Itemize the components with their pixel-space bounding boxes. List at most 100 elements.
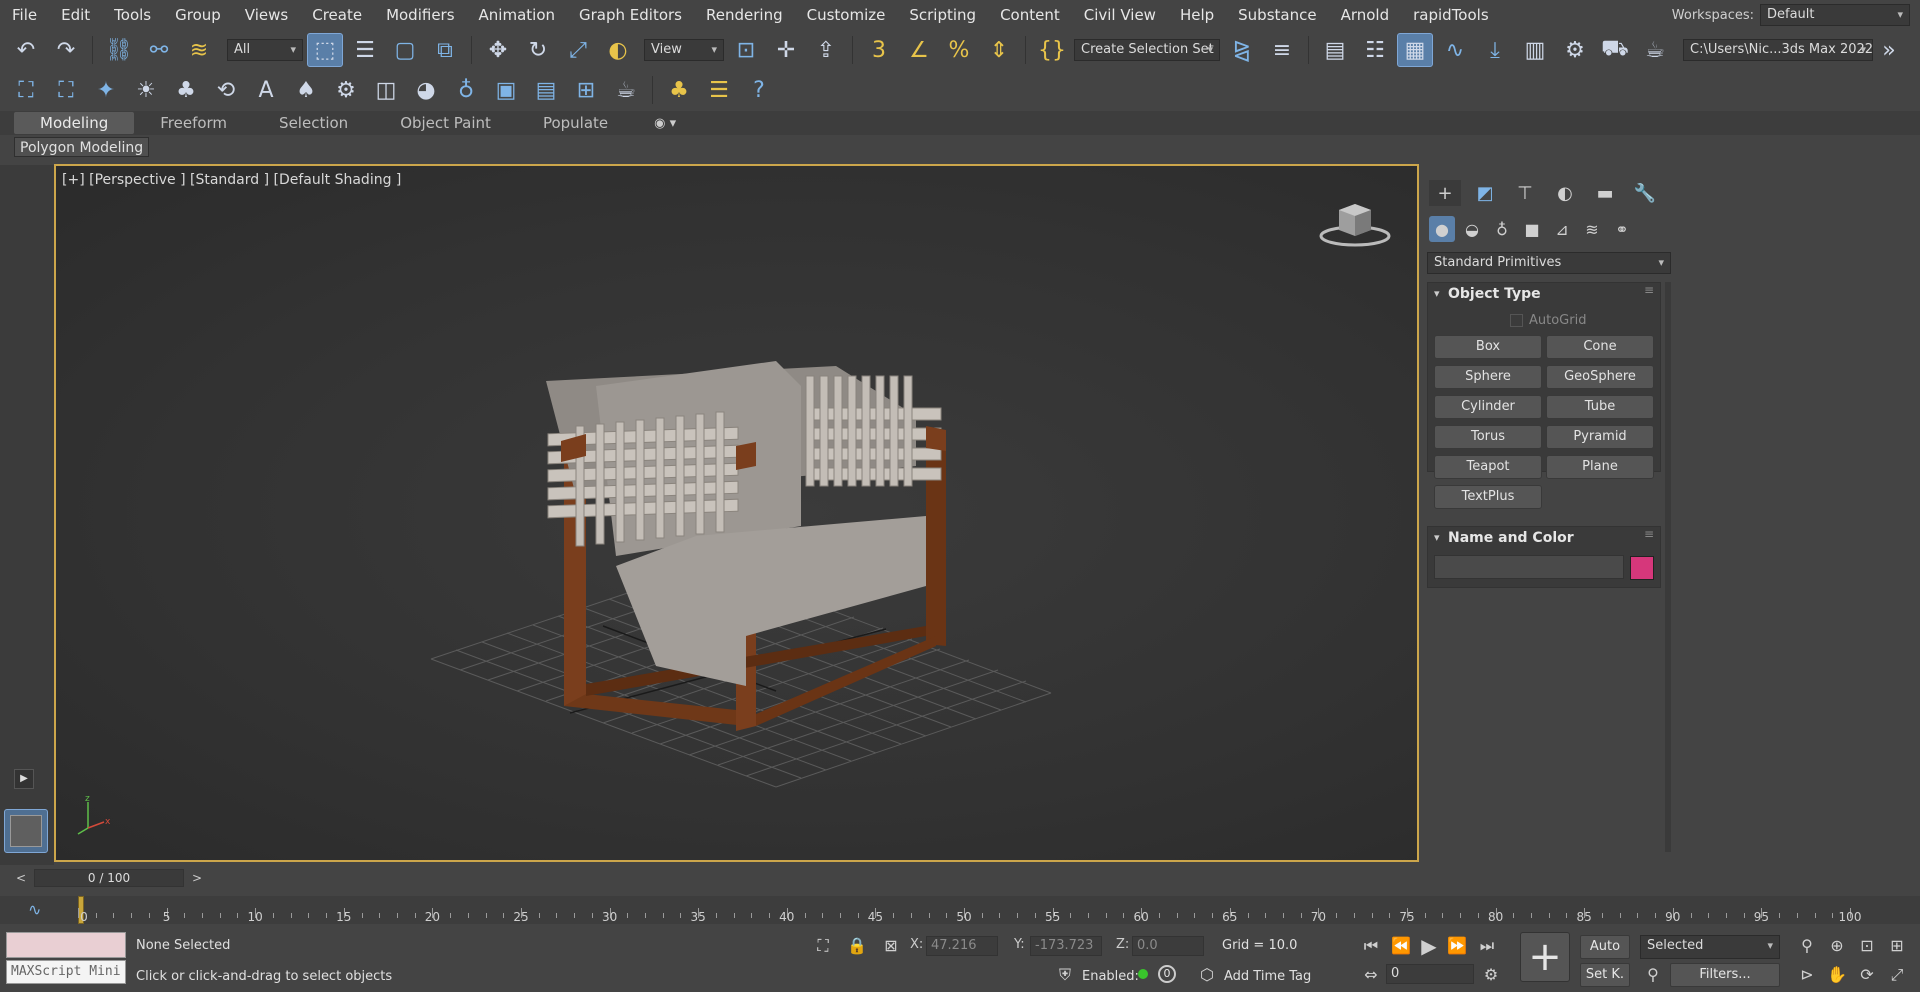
go-to-start-icon[interactable]: ⏮ bbox=[1360, 935, 1382, 957]
unlink-icon[interactable]: ⚯ bbox=[141, 33, 177, 67]
menu-item-group[interactable]: Group bbox=[163, 0, 233, 31]
isolate-selection-icon[interactable]: ⛶ bbox=[812, 935, 834, 957]
add-time-tag-button[interactable]: Add Time Tag bbox=[1224, 969, 1311, 984]
frame-ruler[interactable]: 0 5 10 15 20 25 30 35 40 45 50 55 60 65 70 75 80 85 90 95 10… bbox=[78, 896, 1861, 924]
keyboard-shortcut-icon[interactable]: ⇪ bbox=[808, 33, 844, 67]
tree-icon[interactable]: ♣ bbox=[168, 73, 204, 107]
list-icon[interactable]: ☰ bbox=[701, 73, 737, 107]
menu-item-substance[interactable]: Substance bbox=[1226, 0, 1328, 31]
menu-item-rendering[interactable]: Rendering bbox=[694, 0, 795, 31]
edit-named-selection-icon[interactable]: {} bbox=[1034, 33, 1070, 67]
key-filters-button[interactable]: Filters... bbox=[1670, 963, 1780, 987]
help-icon[interactable]: ? bbox=[741, 73, 777, 107]
schematic-view-icon[interactable]: ⤓ bbox=[1477, 33, 1513, 67]
sun-icon[interactable]: ☀ bbox=[128, 73, 164, 107]
move-icon[interactable]: ✥ bbox=[480, 33, 516, 67]
expand-layouts-icon[interactable]: ▶ bbox=[14, 769, 34, 789]
workspaces-dropdown[interactable]: Default bbox=[1760, 4, 1910, 26]
name-and-color-header[interactable]: Name and Color bbox=[1428, 527, 1660, 549]
object-type-geosphere-button[interactable]: GeoSphere bbox=[1546, 365, 1654, 389]
menu-item-modifiers[interactable]: Modifiers bbox=[374, 0, 466, 31]
zoom-extents-all-icon[interactable]: ⊞ bbox=[1886, 935, 1908, 957]
pan-icon[interactable]: ✋ bbox=[1826, 964, 1848, 986]
material-icon[interactable]: ◫ bbox=[368, 73, 404, 107]
command-panel-scrollbar[interactable] bbox=[1665, 282, 1671, 852]
field-of-view-icon[interactable]: ⊳ bbox=[1796, 964, 1818, 986]
place-icon[interactable]: ◐ bbox=[600, 33, 636, 67]
set-key-big-button[interactable]: + bbox=[1520, 932, 1570, 982]
scene-explorer-icon[interactable]: ▤ bbox=[1317, 33, 1353, 67]
menu-item-civil-view[interactable]: Civil View bbox=[1072, 0, 1168, 31]
object-type-plane-button[interactable]: Plane bbox=[1546, 455, 1654, 479]
forest-icon[interactable]: ♣ bbox=[661, 73, 697, 107]
next-frame-icon[interactable]: ⏩ bbox=[1446, 935, 1468, 957]
menu-item-rapidtools[interactable]: rapidTools bbox=[1401, 0, 1501, 31]
tree-2-icon[interactable]: ♠ bbox=[288, 73, 324, 107]
object-name-input[interactable] bbox=[1434, 555, 1624, 579]
auto-key-button[interactable]: Auto bbox=[1580, 935, 1630, 959]
teapot-icon[interactable]: ☕ bbox=[608, 73, 644, 107]
menu-item-animation[interactable]: Animation bbox=[467, 0, 567, 31]
zoom-extents-icon[interactable]: ⊡ bbox=[1856, 935, 1878, 957]
time-slider-thumb[interactable]: 0 / 100 bbox=[34, 869, 184, 887]
menu-item-create[interactable]: Create bbox=[300, 0, 374, 31]
enabled-status-dot[interactable] bbox=[1138, 969, 1148, 979]
render-settings-icon[interactable]: ⛶ bbox=[48, 73, 84, 107]
polygon-modeling-label[interactable]: Polygon Modeling bbox=[14, 137, 150, 157]
frame-2-icon[interactable]: ▤ bbox=[528, 73, 564, 107]
adaptive-degradation-icon[interactable]: ⛨ bbox=[1054, 964, 1076, 986]
select-object-icon[interactable]: ⬚ bbox=[307, 33, 343, 67]
gear-icon[interactable]: ⚙ bbox=[328, 73, 364, 107]
x-coord-field[interactable]: 47.216 bbox=[926, 936, 998, 956]
autogrid-toggle[interactable]: AutoGrid bbox=[1510, 313, 1586, 328]
rotate-icon[interactable]: ↻ bbox=[520, 33, 556, 67]
toolbar-overflow-icon[interactable]: » bbox=[1877, 33, 1901, 67]
orbit-icon[interactable]: ⟳ bbox=[1856, 964, 1878, 986]
ribbon-tab-modeling[interactable]: Modeling bbox=[14, 112, 135, 134]
go-to-end-icon[interactable]: ⏭ bbox=[1476, 935, 1498, 957]
menu-item-edit[interactable]: Edit bbox=[49, 0, 102, 31]
object-type-header[interactable]: Object Type bbox=[1428, 283, 1660, 305]
play-icon[interactable]: ▶ bbox=[1418, 935, 1440, 957]
previous-frame-icon[interactable]: ⏪ bbox=[1390, 935, 1412, 957]
z-coord-field[interactable]: 0.0 bbox=[1132, 936, 1204, 956]
render-production-icon[interactable]: ☕ bbox=[1637, 33, 1673, 67]
bulb-icon[interactable]: ♁ bbox=[448, 73, 484, 107]
reference-coord-dropdown[interactable]: View bbox=[644, 39, 724, 61]
lights-icon[interactable]: ♁ bbox=[1489, 216, 1515, 242]
toggle-ribbon-icon[interactable]: ▦ bbox=[1397, 33, 1433, 67]
systems-icon[interactable]: ⚭ bbox=[1609, 216, 1635, 242]
text-icon[interactable]: A bbox=[248, 73, 284, 107]
key-mode-dropdown[interactable]: Selected bbox=[1640, 935, 1780, 959]
percent-snap-icon[interactable]: % bbox=[941, 33, 977, 67]
mini-curve-editor-icon[interactable]: ∿ bbox=[28, 900, 41, 919]
time-slider-next-button[interactable]: > bbox=[188, 869, 206, 887]
geometry-icon[interactable]: ● bbox=[1429, 216, 1455, 242]
time-configuration-icon[interactable]: ⚙ bbox=[1480, 964, 1502, 986]
object-type-cone-button[interactable]: Cone bbox=[1546, 335, 1654, 359]
cameras-icon[interactable]: ■ bbox=[1519, 216, 1545, 242]
viewcube[interactable] bbox=[1319, 196, 1391, 248]
object-type-sphere-button[interactable]: Sphere bbox=[1434, 365, 1542, 389]
create-tab-icon[interactable]: + bbox=[1429, 180, 1461, 206]
layer-explorer-icon[interactable]: ☷ bbox=[1357, 33, 1393, 67]
curve-editor-icon[interactable]: ∿ bbox=[1437, 33, 1473, 67]
undo-icon[interactable]: ↶ bbox=[8, 33, 44, 67]
utilities-tab-icon[interactable]: 🔧 bbox=[1629, 180, 1661, 206]
cycle-icon[interactable]: ⟲ bbox=[208, 73, 244, 107]
rendered-frame-icon[interactable]: ⛟ bbox=[1597, 33, 1633, 67]
menu-item-customize[interactable]: Customize bbox=[795, 0, 898, 31]
object-type-torus-button[interactable]: Torus bbox=[1434, 425, 1542, 449]
primitive-category-dropdown[interactable]: Standard Primitives bbox=[1427, 252, 1671, 274]
maximize-viewport-icon[interactable]: ⤢ bbox=[1886, 964, 1908, 986]
maxscript-mini-input[interactable]: MAXScript Mini bbox=[6, 960, 126, 984]
helpers-icon[interactable]: ⊿ bbox=[1549, 216, 1575, 242]
align-icon[interactable]: ≡ bbox=[1264, 33, 1300, 67]
menu-item-views[interactable]: Views bbox=[233, 0, 300, 31]
key-filters-icon[interactable]: ⚲ bbox=[1642, 964, 1664, 986]
grid-icon[interactable]: ⊞ bbox=[568, 73, 604, 107]
object-type-box-button[interactable]: Box bbox=[1434, 335, 1542, 359]
zoom-all-icon[interactable]: ⊕ bbox=[1826, 935, 1848, 957]
frame-icon[interactable]: ▣ bbox=[488, 73, 524, 107]
select-by-name-icon[interactable]: ☰ bbox=[347, 33, 383, 67]
